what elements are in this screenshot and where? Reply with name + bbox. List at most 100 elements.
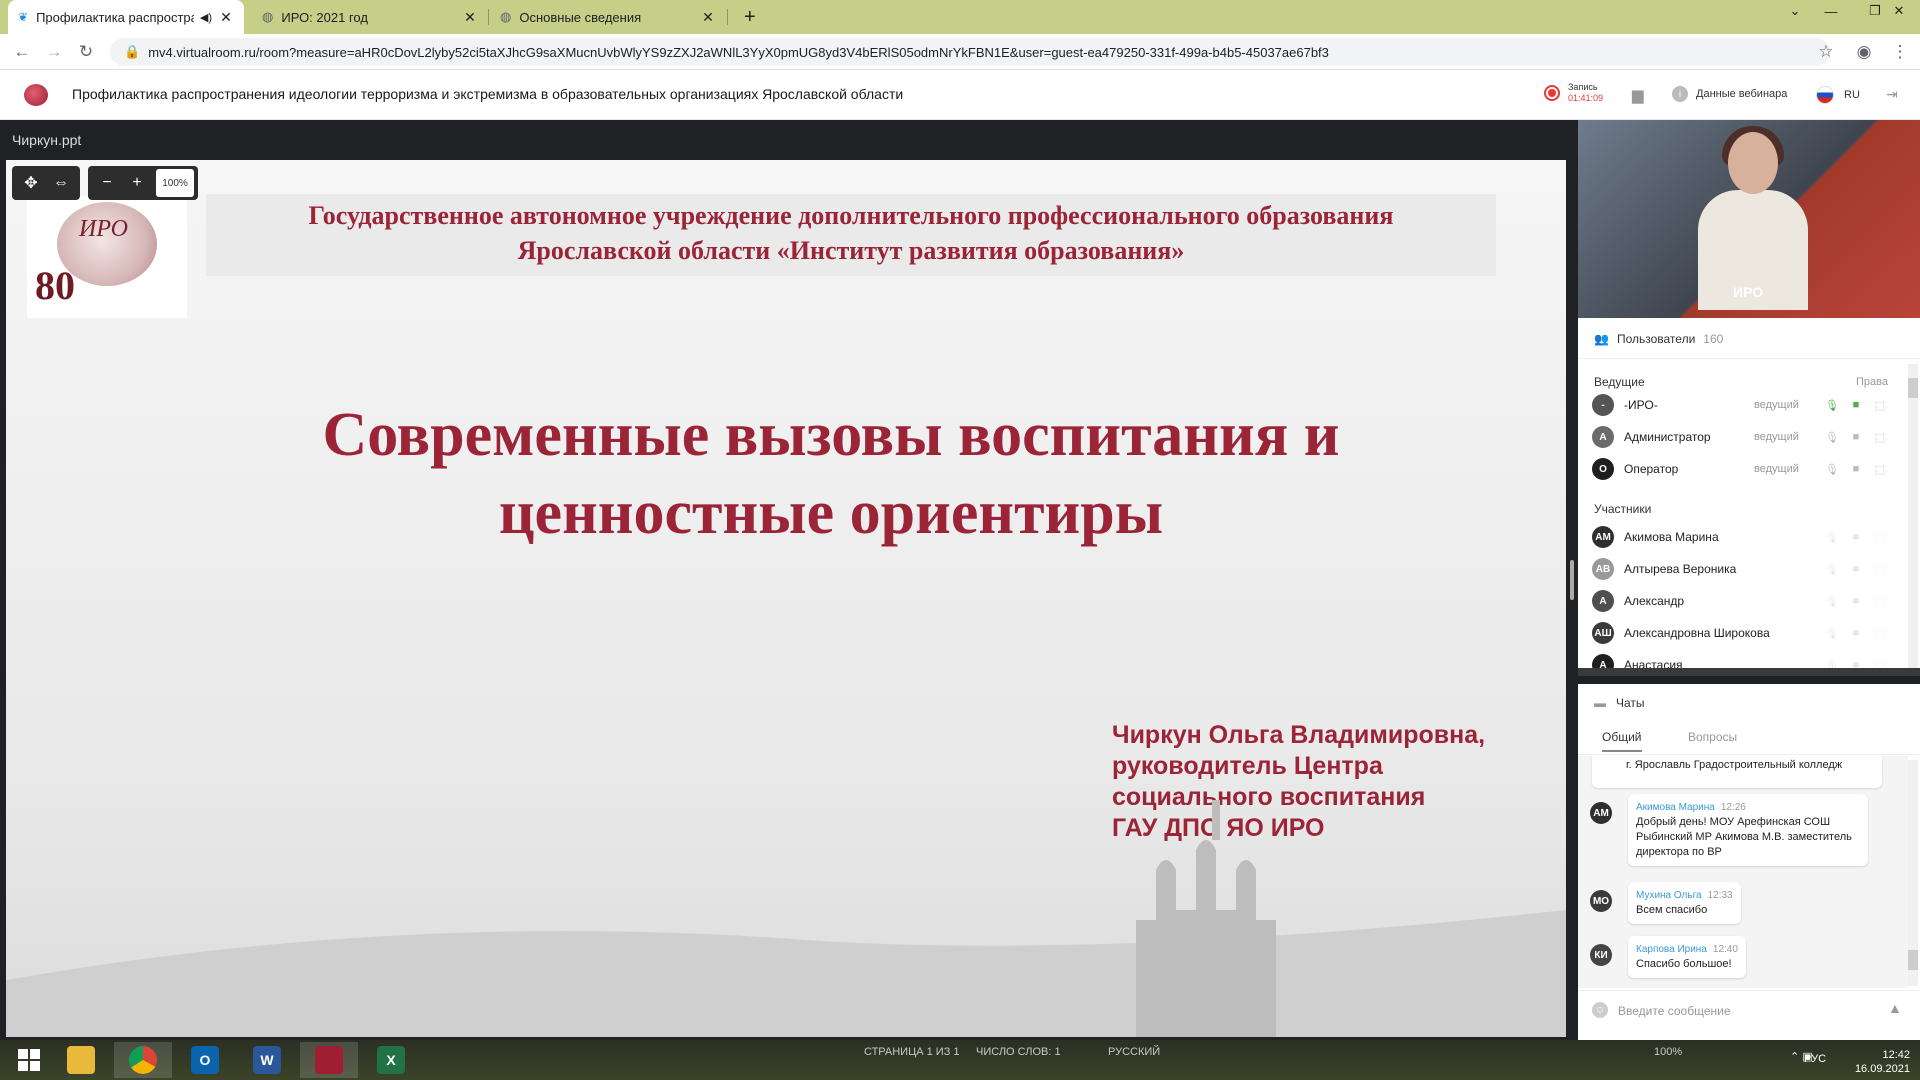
camera-icon[interactable]: ■ [1848,627,1864,639]
chrome-icon [129,1046,157,1074]
users-scrollbar[interactable] [1908,364,1918,674]
menu-icon[interactable]: ⋮ [1888,40,1912,64]
screen-share-icon[interactable]: ⬚ [1872,399,1888,412]
user-name: Акимова Марина [1624,530,1719,544]
webinar-data-button[interactable]: i Данные вебинара [1672,86,1787,102]
title-line-1: Современные вызовы воспитания и [322,401,1340,469]
microphone-icon[interactable]: 🎙 [1824,595,1840,608]
host-row[interactable]: - -ИРО-ведущий 🎙 ■ ⬚ [1592,392,1902,418]
chat-message: АМ Акимова Марина 12:26 Добрый день! МОУ Ар… [1590,794,1900,866]
zoom-level: 100% [156,169,194,197]
microphone-icon[interactable]: 🎙 [1824,563,1840,576]
clock-date: 16.09.2021 [1854,1063,1910,1075]
camera-icon[interactable]: ■ [1848,563,1864,575]
webinar-app[interactable] [300,1042,358,1078]
avatar: О [1592,458,1614,480]
clock[interactable]: 12:42 16.09.2021 [1838,1048,1910,1076]
microphone-icon[interactable]: 🎙 [1824,627,1840,640]
participant-row[interactable]: АМ Акимова Марина 🎙 ■ ⬚ [1592,524,1902,550]
message-input[interactable]: Введите сообщение [1618,1004,1731,1018]
zoom-in-button[interactable]: + [122,169,152,197]
screen-share-icon[interactable]: ⬚ [1872,595,1888,608]
camera-icon[interactable]: ■ [1848,595,1864,607]
screen-share-icon[interactable]: ⬚ [1872,563,1888,576]
chat-scrollbar[interactable] [1908,760,1918,986]
tab-questions[interactable]: Вопросы [1688,730,1737,744]
slide: Государственное автономное учреждение до… [6,160,1566,1037]
zoom-out-button[interactable]: − [92,169,122,197]
message-bubble: Акимова Марина 12:26 Добрый день! МОУ Ареф… [1628,794,1868,866]
participant-row[interactable]: АШ Александровна Широкова 🎙 ■ ⬚ [1592,620,1902,646]
host-row[interactable]: А Администратор ведущий 🎙 ■ ⬚ [1592,424,1902,450]
new-tab-button[interactable]: + [734,0,764,34]
tab-general[interactable]: Общий [1602,730,1642,752]
back-icon[interactable]: ← [10,40,34,64]
windows-taskbar: O W X ⌃ ▣ РУС 12:42 16.09.2021 [0,1040,1920,1080]
explorer-app[interactable] [52,1042,110,1078]
microphone-icon[interactable]: 🎙 [1824,399,1840,412]
exit-icon[interactable]: ⇥ [1886,86,1898,103]
participant-row[interactable]: А Александр 🎙 ■ ⬚ [1592,588,1902,614]
word-app[interactable]: W [238,1042,296,1078]
microphone-icon[interactable]: 🎙 [1824,531,1840,544]
fit-screen-icon[interactable]: ✥ [16,169,46,197]
language-selector[interactable]: RU [1816,86,1860,104]
tab-iro[interactable]: ◍ ИРО: 2021 год ✕ [252,0,488,34]
message-time: 12:33 [1707,890,1733,901]
reload-icon[interactable]: ↻ [74,40,98,64]
close-icon[interactable]: ✕ [462,9,478,26]
emoji-icon[interactable]: ☺ [1592,1002,1608,1018]
participant-row[interactable]: АВ Алтырева Вероника 🎙 ■ ⬚ [1592,556,1902,582]
profile-icon[interactable]: ◉ [1852,40,1876,64]
chrome-app[interactable] [114,1042,172,1078]
forward-icon[interactable]: → [42,40,66,64]
close-window-button[interactable]: ✕ [1876,0,1920,22]
folder-icon[interactable]: ▆ [1632,86,1644,104]
screen-share-icon[interactable]: ⬚ [1872,463,1888,476]
screen-share-icon[interactable]: ⬚ [1872,531,1888,544]
tray-language[interactable]: РУС [1804,1053,1826,1065]
camera-icon[interactable]: ■ [1848,463,1864,475]
camera-icon[interactable]: ■ [1848,531,1864,543]
message-time: 12:40 [1712,944,1738,955]
microphone-icon[interactable]: 🎙 [1824,463,1840,476]
camera-icon[interactable]: ■ [1848,399,1864,411]
chat-message-partial: г. Ярославль Градостроительный колледж [1592,756,1882,788]
start-button[interactable] [0,1042,58,1078]
panel-resize-handle[interactable] [1570,560,1574,600]
address-bar[interactable]: 🔒 mv4.virtualroom.ru/room?measure=aHR0cD… [110,38,1830,66]
bookmark-star-icon[interactable]: ☆ [1814,40,1838,64]
church-silhouette [6,800,1566,1037]
close-icon[interactable]: ✕ [218,9,234,26]
avatar: А [1592,590,1614,612]
user-name: Оператор [1624,462,1679,476]
minimize-button[interactable]: — [1808,0,1854,22]
screen-share-icon[interactable]: ⬚ [1872,431,1888,444]
microphone-icon[interactable]: 🎙 [1824,431,1840,444]
camera-icon[interactable]: ■ [1848,431,1864,443]
info-icon: i [1672,86,1688,102]
tab-title: Основные сведения [519,9,642,25]
fit-width-icon[interactable]: ⇔ [46,169,76,197]
windows-icon [18,1049,40,1071]
close-icon[interactable]: ✕ [700,9,716,26]
language-label: RU [1844,89,1860,101]
excel-icon: X [377,1046,405,1074]
chat-icon: ▬ [1594,696,1606,710]
avatar: АМ [1590,802,1612,824]
panel-divider[interactable] [1578,668,1920,676]
excel-app[interactable]: X [362,1042,420,1078]
speaker-video [1698,126,1808,310]
message-time: 12:26 [1720,802,1746,813]
screen-share-icon[interactable]: ⬚ [1872,627,1888,640]
host-row[interactable]: О Оператор ведущий 🎙 ■ ⬚ [1592,456,1902,482]
institution-line-1: Государственное автономное учреждение до… [308,201,1394,230]
outlook-app[interactable]: O [176,1042,234,1078]
document-name: Чиркун.ppt [12,132,82,148]
avatar: КИ [1590,944,1612,966]
users-panel: 👥 Пользователи 160 Ведущие Права - -ИРО-в… [1578,318,1920,676]
send-icon[interactable]: ▲ [1888,1000,1902,1016]
tab-info[interactable]: ◍ Основные сведения ✕ [490,0,726,34]
tab-active[interactable]: ❦ Профилактика распростра ◀) ✕ [8,0,244,34]
rights-label: Права [1856,376,1888,388]
